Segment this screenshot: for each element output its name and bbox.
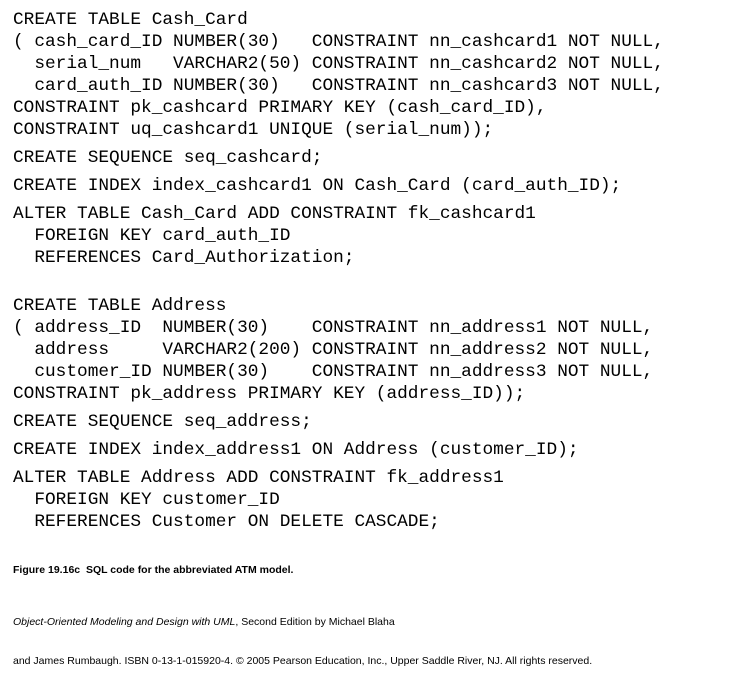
code-line: REFERENCES Customer ON DELETE CASCADE; bbox=[13, 512, 440, 532]
code-block-index-cashcard: CREATE INDEX index_cashcard1 ON Cash_Car… bbox=[13, 175, 664, 197]
figure-caption: Figure 19.16c SQL code for the abbreviat… bbox=[13, 564, 294, 576]
code-block-alter-cash-card: ALTER TABLE Cash_Card ADD CONSTRAINT fk_… bbox=[13, 203, 664, 269]
code-line: FOREIGN KEY customer_ID bbox=[13, 490, 280, 510]
code-line: CREATE SEQUENCE seq_address; bbox=[13, 412, 312, 432]
code-block-create-table-address: CREATE TABLE Address ( address_ID NUMBER… bbox=[13, 295, 664, 405]
code-line: CONSTRAINT uq_cashcard1 UNIQUE (serial_n… bbox=[13, 120, 494, 140]
code-line: CONSTRAINT pk_address PRIMARY KEY (addre… bbox=[13, 384, 526, 404]
code-line: CREATE SEQUENCE seq_cashcard; bbox=[13, 148, 323, 168]
code-line: ALTER TABLE Cash_Card ADD CONSTRAINT fk_… bbox=[13, 204, 536, 224]
code-line: card_auth_ID NUMBER(30) CONSTRAINT nn_ca… bbox=[13, 76, 664, 96]
code-line: CREATE TABLE Address bbox=[13, 296, 227, 316]
code-line: FOREIGN KEY card_auth_ID bbox=[13, 226, 291, 246]
code-line: ALTER TABLE Address ADD CONSTRAINT fk_ad… bbox=[13, 468, 504, 488]
sql-code-listing: CREATE TABLE Cash_Card ( cash_card_ID NU… bbox=[13, 9, 664, 533]
code-line: CONSTRAINT pk_cashcard PRIMARY KEY (cash… bbox=[13, 98, 547, 118]
code-line: CREATE TABLE Cash_Card bbox=[13, 10, 248, 30]
code-block-sequence-cashcard: CREATE SEQUENCE seq_cashcard; bbox=[13, 147, 664, 169]
code-line: customer_ID NUMBER(30) CONSTRAINT nn_add… bbox=[13, 362, 654, 382]
book-title: Object-Oriented Modeling and Design with… bbox=[13, 616, 236, 628]
code-line: ( cash_card_ID NUMBER(30) CONSTRAINT nn_… bbox=[13, 32, 664, 52]
code-block-index-address: CREATE INDEX index_address1 ON Address (… bbox=[13, 439, 664, 461]
code-line: CREATE INDEX index_cashcard1 ON Cash_Car… bbox=[13, 176, 622, 196]
code-line: address VARCHAR2(200) CONSTRAINT nn_addr… bbox=[13, 340, 654, 360]
code-line: ( address_ID NUMBER(30) CONSTRAINT nn_ad… bbox=[13, 318, 654, 338]
code-line: REFERENCES Card_Authorization; bbox=[13, 248, 355, 268]
credit-line-2: and James Rumbaugh. ISBN 0-13-1-015920-4… bbox=[13, 655, 593, 667]
code-block-create-table-cash-card: CREATE TABLE Cash_Card ( cash_card_ID NU… bbox=[13, 9, 664, 141]
copyright-credit: Object-Oriented Modeling and Design with… bbox=[13, 590, 592, 681]
code-line: CREATE INDEX index_address1 ON Address (… bbox=[13, 440, 579, 460]
code-block-alter-address: ALTER TABLE Address ADD CONSTRAINT fk_ad… bbox=[13, 467, 664, 533]
credit-line-1-rest: , Second Edition by Michael Blaha bbox=[235, 616, 395, 628]
code-block-sequence-address: CREATE SEQUENCE seq_address; bbox=[13, 411, 664, 433]
code-line: serial_num VARCHAR2(50) CONSTRAINT nn_ca… bbox=[13, 54, 664, 74]
